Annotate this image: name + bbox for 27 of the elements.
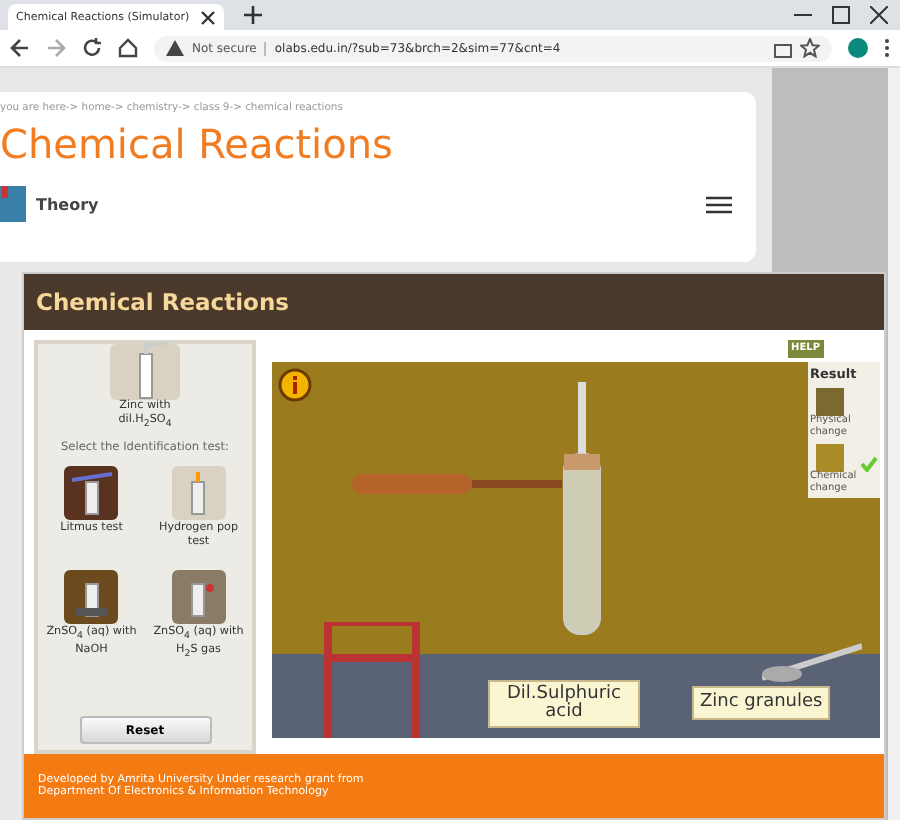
spatula-drawing xyxy=(762,642,862,682)
profile-avatar[interactable] xyxy=(848,38,868,58)
test-thumbnail xyxy=(64,466,119,521)
stand-drawing xyxy=(322,622,422,738)
menu-icon[interactable] xyxy=(706,195,732,213)
reagent-label: Dil.Sulphuric acid xyxy=(488,680,640,728)
menu-icon[interactable] xyxy=(884,38,890,58)
book-icon xyxy=(0,186,26,222)
reload-icon[interactable] xyxy=(82,38,102,58)
check-icon xyxy=(860,456,878,472)
close-icon[interactable] xyxy=(870,6,888,24)
test-thumbnail xyxy=(171,466,226,521)
info-icon[interactable] xyxy=(278,368,312,402)
star-icon[interactable] xyxy=(800,38,820,58)
simulator-title: Chemical Reactions xyxy=(36,288,289,316)
page-title: Chemical Reactions xyxy=(0,120,395,168)
back-icon[interactable] xyxy=(10,38,30,58)
new-tab-icon[interactable] xyxy=(244,6,262,24)
close-icon[interactable] xyxy=(200,9,216,25)
maximize-icon[interactable] xyxy=(832,6,850,24)
apparatus-thumbnail[interactable] xyxy=(110,344,180,400)
reagent-label: Zinc granules xyxy=(692,686,831,720)
home-icon[interactable] xyxy=(118,38,138,58)
warning-icon xyxy=(166,40,184,56)
test-thumbnail xyxy=(64,569,119,624)
section-title: Theory xyxy=(36,195,99,213)
test-thumbnail xyxy=(171,569,226,624)
